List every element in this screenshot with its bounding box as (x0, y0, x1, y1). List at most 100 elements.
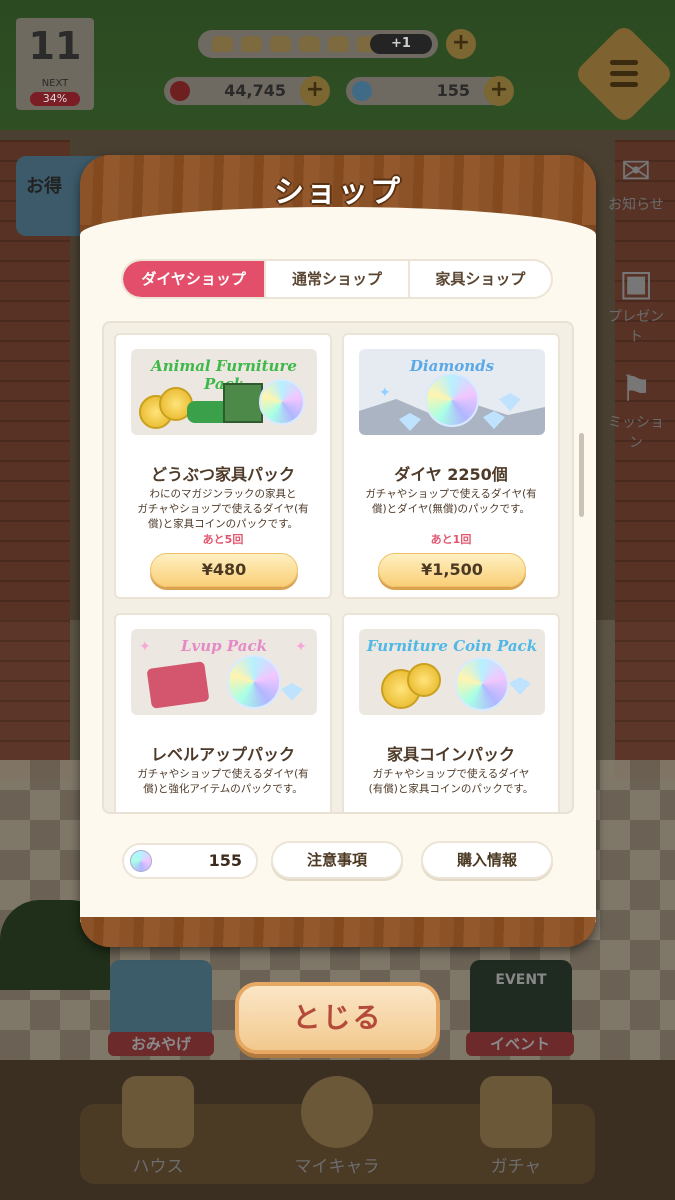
stamina-pip (328, 36, 349, 52)
present-label: プレゼント (608, 309, 664, 345)
small-diamond-icon (509, 677, 531, 695)
item-name: レベルアップパック (150, 745, 295, 764)
shop-tabs: ダイヤショップ 通常ショップ 家具ショップ (121, 259, 553, 299)
event-sign: EVENT (495, 972, 547, 988)
small-diamond-icon (499, 393, 521, 411)
dialog-footer-frame (80, 917, 596, 947)
stamina-pip (270, 36, 291, 52)
description-line: ガチャやショップで使えるダイヤ (372, 768, 530, 780)
description-line: (有償)と家具コインのパックです。 (368, 783, 534, 795)
coin-icon (407, 663, 441, 697)
shop-item-card[interactable]: Diamonds ✦ ダイヤ 2250個 ガチャやショップで使えるダイヤ(有 償… (342, 333, 560, 599)
next-level-percent: 34% (30, 92, 80, 106)
player-level-badge: 11 NEXT 34% (16, 18, 94, 110)
diamond-icon (352, 81, 372, 101)
diamond-icon (130, 850, 152, 872)
buy-button[interactable]: ¥480 (150, 553, 298, 587)
event-label: イベント (466, 1032, 574, 1056)
item-remaining: あと5回 (202, 533, 244, 546)
star-add-button[interactable]: + (300, 76, 330, 106)
player-level: 11 (28, 24, 82, 68)
present-button[interactable]: ▣ プレゼント (603, 262, 669, 345)
diamond-icon (259, 379, 305, 425)
list-scrollbar[interactable] (579, 433, 584, 517)
shop-dialog: ショップ ダイヤショップ 通常ショップ 家具ショップ Animal Furnit… (80, 155, 596, 947)
magazine-rack-icon (223, 383, 263, 423)
item-name: ダイヤ 2250個 (394, 465, 508, 484)
shop-item-card[interactable]: Lvup Pack ✦ ✦ レベルアップパック ガチャやショップで使えるダイヤ(… (114, 613, 332, 812)
nav-my-character[interactable]: マイキャラ (287, 1076, 387, 1177)
item-description: ガチャやショップで使えるダイヤ (有償)と家具コインのパックです。 (356, 767, 546, 797)
star-icon (170, 81, 190, 101)
mission-button[interactable]: ⚑ ミッション (603, 368, 669, 451)
gift-icon: ▣ (618, 263, 653, 304)
item-description: ガチャやショップで使えるダイヤ(有 償)と強化アイテムのパックです。 (128, 767, 318, 797)
item-name: どうぶつ家具パック (150, 465, 295, 484)
description-line: 償)と強化アイテムのパックです。 (143, 783, 303, 795)
notes-button[interactable]: 注意事項 (271, 841, 403, 879)
diamond-icon (425, 373, 479, 427)
stamina-pip (299, 36, 320, 52)
buy-button[interactable]: ¥1,500 (378, 553, 526, 587)
star-currency-value: 44,745 (224, 81, 286, 100)
gem-add-button[interactable]: + (484, 76, 514, 106)
item-thumbnail: Furniture Coin Pack (359, 629, 545, 715)
item-description: ガチャやショップで使えるダイヤ(有 償)とダイヤ(無償)のパックです。 (356, 487, 546, 517)
sparkle-icon: ✦ (379, 385, 391, 401)
next-level-label: NEXT (41, 78, 69, 89)
hamburger-icon (610, 60, 638, 88)
house-icon (122, 1076, 194, 1148)
description-line: ガチャやショップで使えるダイヤ(有 (137, 768, 309, 780)
souvenir-label: おみやげ (108, 1032, 214, 1056)
diamond-icon (455, 657, 509, 711)
nav-gacha[interactable]: ガチャ (466, 1076, 566, 1177)
close-button[interactable]: とじる (235, 982, 440, 1054)
description-line: ガチャやショップで使えるダイヤ(有 (137, 503, 309, 515)
ticket-icon (146, 661, 210, 709)
tab-normal-shop[interactable]: 通常ショップ (266, 261, 410, 297)
diamond-icon (227, 655, 281, 709)
shop-item-card[interactable]: Furniture Coin Pack 家具コインパック ガチャやショップで使え… (342, 613, 560, 812)
small-diamond-icon (281, 683, 303, 701)
envelope-icon: ✉ (620, 151, 652, 192)
shop-item-card[interactable]: Animal Furniture Pack どうぶつ家具パック わにのマガジンラ… (114, 333, 332, 599)
brick-wall-left (0, 140, 70, 780)
promo-label: お得 (26, 176, 62, 197)
news-button[interactable]: ✉ お知らせ (603, 150, 669, 222)
gem-balance-value: 155 (208, 851, 242, 870)
item-thumbnail: Animal Furniture Pack (131, 349, 317, 435)
tab-furniture-shop[interactable]: 家具ショップ (410, 261, 551, 297)
brick-wall-right (615, 140, 675, 780)
sparkle-icon: ✦ (295, 639, 307, 655)
gem-balance: 155 (122, 843, 258, 879)
news-label: お知らせ (608, 197, 664, 213)
shop-item-list[interactable]: Animal Furniture Pack どうぶつ家具パック わにのマガジンラ… (102, 321, 574, 814)
dialog-title: ショップ (274, 175, 402, 210)
item-thumbnail: Diamonds ✦ (359, 349, 545, 435)
tab-diamond-shop[interactable]: ダイヤショップ (123, 261, 267, 297)
description-line: ガチャやショップで使えるダイヤ(有 (365, 488, 537, 500)
nav-house[interactable]: ハウス (108, 1076, 208, 1177)
item-description: わにのマガジンラックの家具と ガチャやショップで使えるダイヤ(有 償)と家具コイ… (128, 487, 318, 532)
item-banner: Lvup Pack (180, 637, 267, 655)
stamina-bar: +1 (198, 30, 438, 58)
character-icon (301, 1076, 373, 1148)
purchase-info-button[interactable]: 購入情報 (421, 841, 553, 879)
mission-label: ミッション (608, 415, 664, 451)
stamina-add-button[interactable]: + (446, 29, 476, 59)
flag-icon: ⚑ (619, 369, 653, 410)
gem-currency-value: 155 (436, 81, 470, 100)
item-remaining: あと1回 (430, 533, 472, 546)
stamina-bonus: +1 (370, 34, 432, 54)
description-line: わにのマガジンラックの家具と (149, 488, 297, 500)
description-line: 償)とダイヤ(無償)のパックです。 (372, 503, 530, 515)
description-line: 償)と家具コインのパックです。 (147, 518, 299, 530)
item-banner: Furniture Coin Pack (366, 637, 538, 655)
item-name: 家具コインパック (386, 745, 515, 764)
stamina-pips (212, 36, 378, 52)
stamina-pip (212, 36, 233, 52)
gacha-icon (480, 1076, 552, 1148)
item-thumbnail: Lvup Pack ✦ ✦ (131, 629, 317, 715)
stamina-pip (241, 36, 262, 52)
nav-my-character-label: マイキャラ (294, 1157, 380, 1177)
